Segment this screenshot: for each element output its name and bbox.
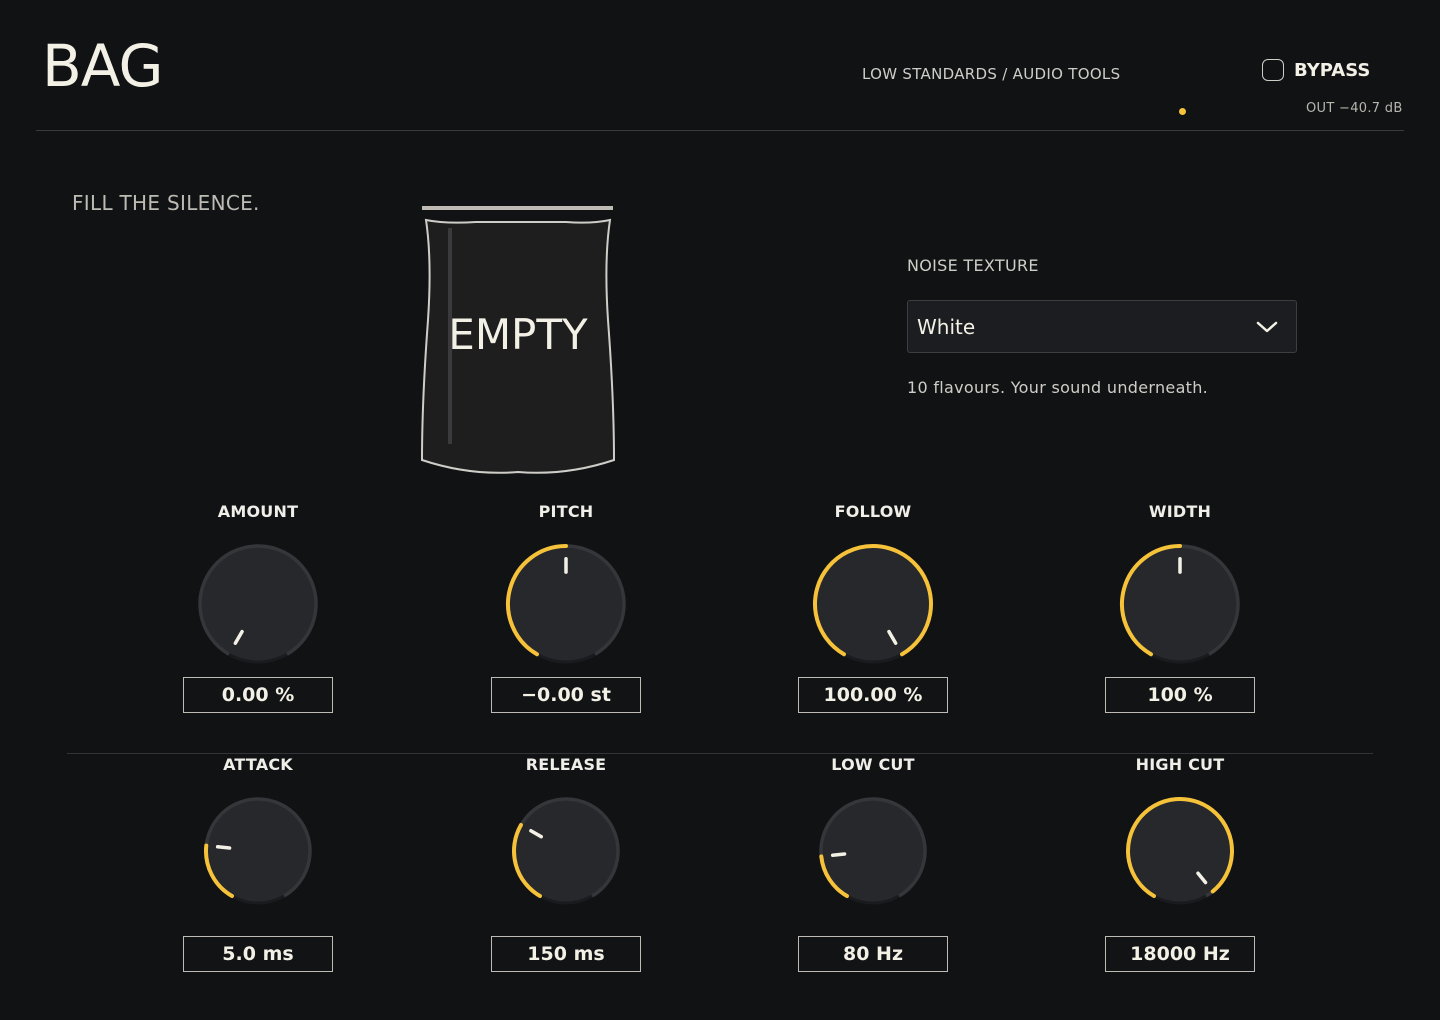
knob-amount: AMOUNT 0.00 % — [158, 502, 358, 713]
noise-texture-value: White — [917, 314, 976, 339]
bag-label: EMPTY — [448, 310, 588, 359]
bypass-label: BYPASS — [1294, 59, 1371, 81]
bag-graphic: EMPTY — [416, 200, 620, 480]
pitch-value-field[interactable]: −0.00 st — [491, 677, 641, 713]
output-indicator-dot — [1179, 108, 1186, 115]
attack-knob[interactable] — [202, 795, 314, 907]
knob-label: WIDTH — [1148, 502, 1212, 521]
bypass-checkbox[interactable] — [1262, 59, 1284, 81]
brand-label: LOW STANDARDS / AUDIO TOOLS — [862, 65, 1121, 83]
section-divider — [67, 753, 1373, 754]
knob-pitch: PITCH −0.00 st — [466, 502, 666, 713]
width-knob[interactable] — [1118, 542, 1242, 666]
knob-release: RELEASE 150 ms — [466, 755, 666, 972]
amount-value-field[interactable]: 0.00 % — [183, 677, 333, 713]
knob-pointer — [830, 852, 847, 857]
attack-value-field[interactable]: 5.0 ms — [183, 936, 333, 972]
bypass-toggle[interactable]: BYPASS — [1262, 59, 1370, 81]
pitch-knob[interactable] — [504, 542, 628, 666]
width-value-field[interactable]: 100 % — [1105, 677, 1255, 713]
knob-label: ATTACK — [223, 755, 293, 774]
high-cut-value-field[interactable]: 18000 Hz — [1105, 936, 1255, 972]
chevron-down-icon — [1256, 321, 1278, 332]
output-level-readout: OUT −40.7 dB — [1306, 101, 1403, 116]
knob-low-cut: LOW CUT 80 Hz — [773, 755, 973, 972]
knob-label: AMOUNT — [217, 502, 299, 521]
knob-width: WIDTH 100 % — [1080, 502, 1280, 713]
noise-texture-description: 10 flavours. Your sound underneath. — [907, 378, 1209, 397]
knob-label: LOW CUT — [831, 755, 915, 774]
knob-label: PITCH — [538, 502, 594, 521]
release-value-field[interactable]: 150 ms — [491, 936, 641, 972]
knob-high-cut: HIGH CUT 18000 Hz — [1080, 755, 1280, 972]
follow-knob[interactable] — [811, 542, 935, 666]
knob-follow: FOLLOW 100.00 % — [773, 502, 973, 713]
low-cut-knob[interactable] — [817, 795, 929, 907]
noise-texture-select[interactable]: White — [907, 300, 1297, 353]
high-cut-knob[interactable] — [1124, 795, 1236, 907]
tagline: FILL THE SILENCE. — [72, 191, 260, 215]
header-divider — [36, 130, 1404, 131]
knob-label: RELEASE — [525, 755, 607, 774]
knob-pointer — [215, 845, 232, 850]
noise-texture-label: NOISE TEXTURE — [907, 256, 1039, 275]
release-knob[interactable] — [510, 795, 622, 907]
amount-knob[interactable] — [196, 542, 320, 666]
low-cut-value-field[interactable]: 80 Hz — [798, 936, 948, 972]
knob-label: HIGH CUT — [1135, 755, 1225, 774]
app-title: BAG — [42, 32, 163, 100]
knob-label: FOLLOW — [834, 502, 912, 521]
knob-attack: ATTACK 5.0 ms — [158, 755, 358, 972]
follow-value-field[interactable]: 100.00 % — [798, 677, 948, 713]
